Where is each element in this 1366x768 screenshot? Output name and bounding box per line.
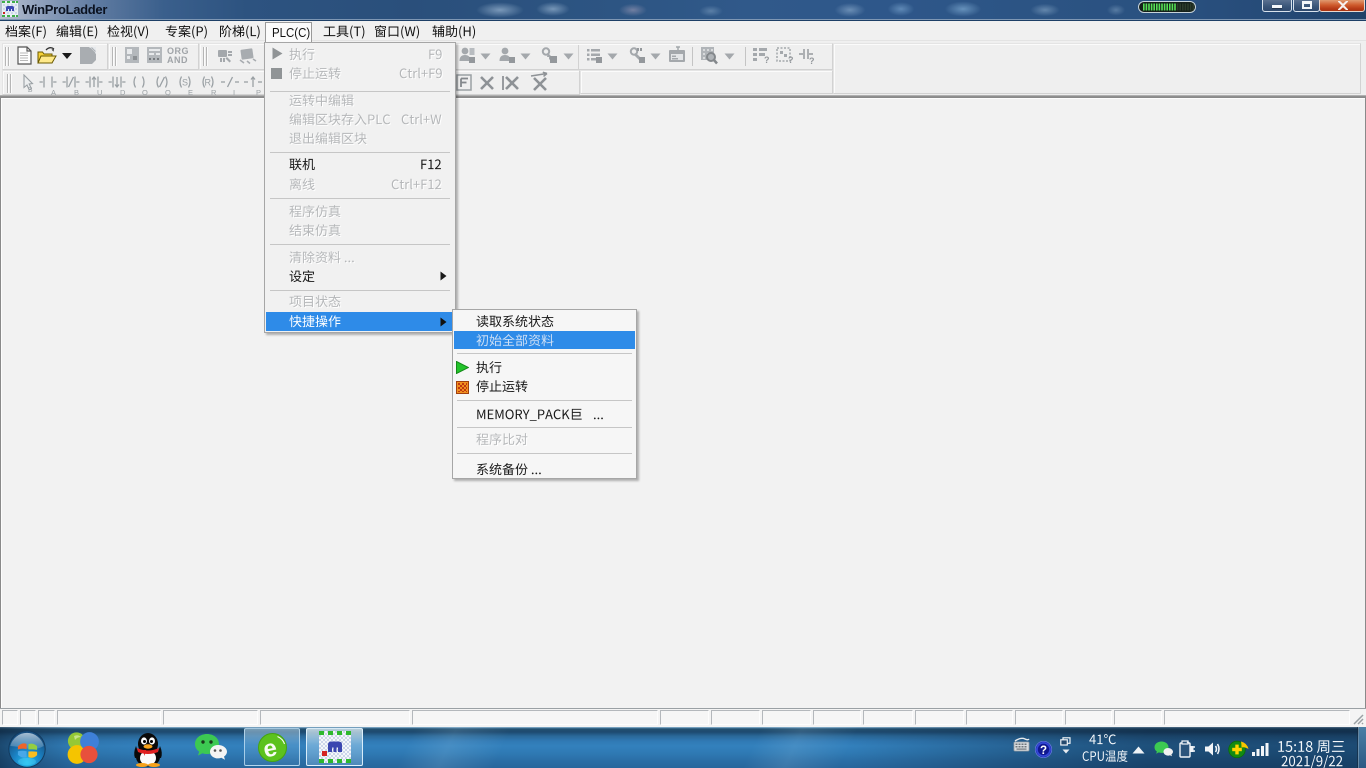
svg-text:Q: Q [165,88,171,96]
svg-text:S: S [28,85,33,93]
svg-text:R: R [205,78,212,88]
svg-text:?: ? [1040,745,1047,757]
svg-text:O: O [142,88,148,96]
svg-text:B: B [74,88,79,96]
svg-text:?: ? [809,56,815,65]
svg-text:?: ? [764,55,770,65]
svg-text:S: S [182,78,188,88]
svg-text:?: ? [788,55,794,65]
svg-text:P: P [256,88,261,96]
svg-text:I: I [233,88,235,96]
svg-text:A: A [51,88,56,96]
svg-text:U: U [97,88,102,96]
svg-text:E: E [188,88,193,96]
svg-text:R: R [211,88,217,96]
svg-text:D: D [120,88,126,96]
